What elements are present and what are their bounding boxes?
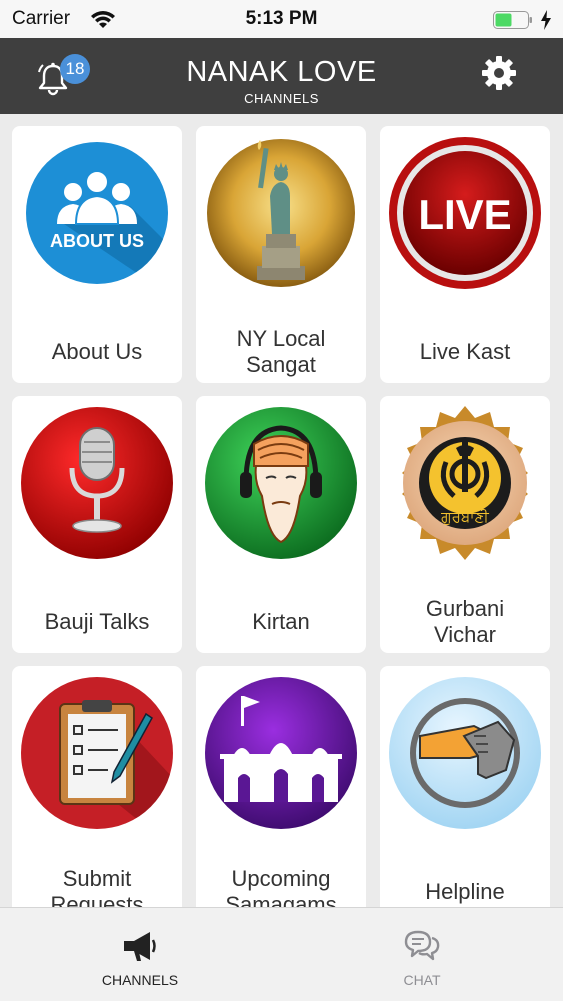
statue-of-liberty-icon xyxy=(207,139,355,287)
channel-tile-upcoming-samagams[interactable]: Upcoming Samagams xyxy=(196,666,366,907)
handshake-icon xyxy=(389,677,541,829)
status-bar: Carrier 5:13 PM xyxy=(0,0,563,38)
channel-grid: ABOUT US About Us NY Local Sangat LIVE L… xyxy=(0,114,563,907)
tab-label: CHAT xyxy=(403,972,441,988)
channel-label: Helpline xyxy=(425,879,505,904)
channel-label: About Us xyxy=(51,339,143,364)
channel-label: Upcoming Samagams xyxy=(225,866,337,907)
tab-channels[interactable]: CHANNELS xyxy=(40,908,240,1001)
page-subtitle: CHANNELS xyxy=(244,91,319,106)
channel-label: Kirtan xyxy=(252,609,310,634)
channel-tile-submit-requests[interactable]: Submit Requests xyxy=(12,666,182,907)
battery-icon xyxy=(493,11,532,29)
gurbani-icon-text: ਗੁਰਬਾਣੀ xyxy=(440,508,489,526)
charging-icon xyxy=(541,10,551,30)
gurdwara-icon xyxy=(205,677,357,829)
channel-label: Live Kast xyxy=(419,339,511,364)
channel-label: Submit Requests xyxy=(50,866,144,907)
microphone-icon xyxy=(21,407,173,559)
channel-tile-live-kast[interactable]: LIVE Live Kast xyxy=(380,126,550,383)
clock: 5:13 PM xyxy=(245,8,318,29)
tab-label: CHANNELS xyxy=(101,972,179,988)
channel-tile-gurbani-vichar[interactable]: ਗੁਰਬਾਣੀ Gurbani Vichar xyxy=(380,396,550,653)
tab-chat[interactable]: CHAT xyxy=(322,908,522,1001)
channel-label: Gurbani Vichar xyxy=(425,596,505,647)
channel-tile-helpline[interactable]: Helpline xyxy=(380,666,550,907)
channel-tile-about-us[interactable]: ABOUT US About Us xyxy=(12,126,182,383)
about-us-icon: ABOUT US xyxy=(26,142,168,284)
gear-icon[interactable] xyxy=(481,55,517,91)
kirtan-icon xyxy=(205,407,357,559)
channel-tile-kirtan[interactable]: Kirtan xyxy=(196,396,366,653)
megaphone-icon xyxy=(124,932,156,961)
page-title: NANAK LOVE xyxy=(186,56,377,88)
tab-bar: CHANNELS CHAT xyxy=(0,907,563,1001)
header: 18 NANAK LOVE CHANNELS xyxy=(0,38,563,114)
about-us-icon-text: ABOUT US xyxy=(50,231,144,251)
khanda-icon: ਗੁਰਬਾਣੀ xyxy=(402,406,528,560)
channel-label: NY Local Sangat xyxy=(236,326,326,377)
channel-tile-bauji-talks[interactable]: Bauji Talks xyxy=(12,396,182,653)
live-icon: LIVE xyxy=(389,137,541,289)
channel-label: Bauji Talks xyxy=(44,609,150,634)
channel-tile-ny-local-sangat[interactable]: NY Local Sangat xyxy=(196,126,366,383)
clipboard-icon xyxy=(21,677,173,829)
live-icon-text: LIVE xyxy=(418,191,511,238)
chat-bubbles-icon xyxy=(404,930,440,961)
